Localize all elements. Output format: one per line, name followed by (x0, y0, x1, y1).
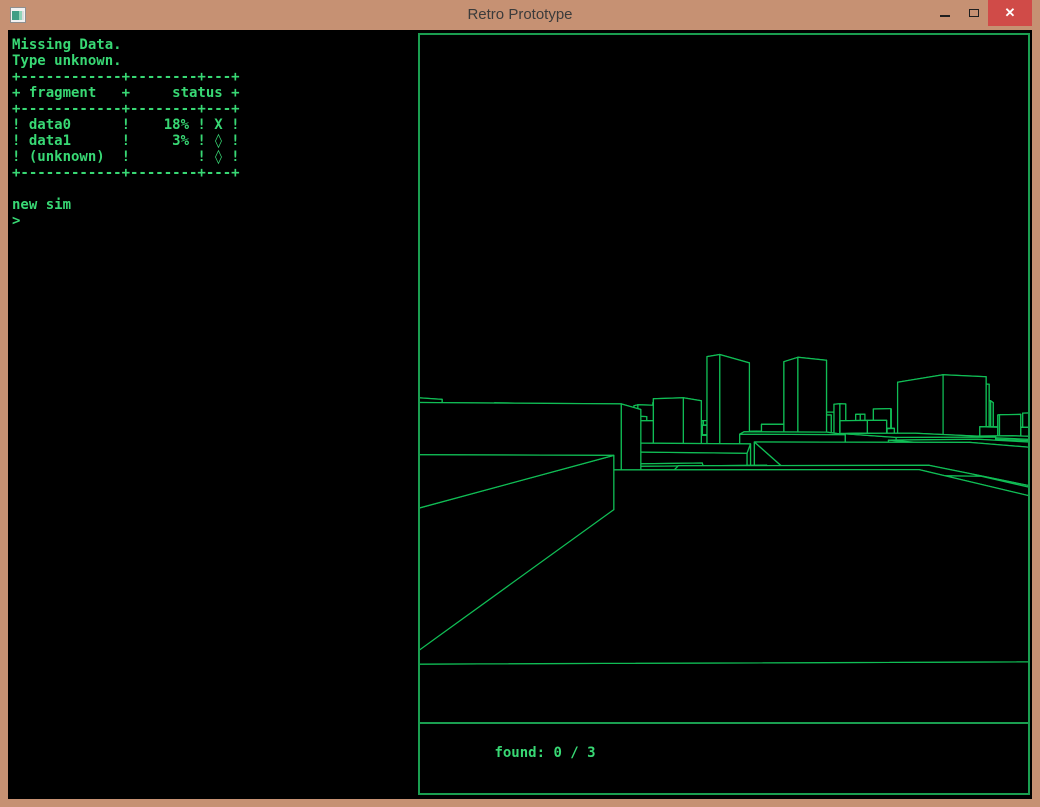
minimize-icon (940, 15, 950, 17)
maximize-icon (969, 9, 979, 17)
maximize-button[interactable] (959, 0, 988, 26)
scene-area[interactable] (420, 35, 1028, 722)
close-button[interactable]: ✕ (988, 0, 1032, 26)
fragment-table-row-data0: ! data0 ! 18% ! X ! (12, 117, 240, 133)
terminal-line-type-unknown: Type unknown. (12, 53, 240, 69)
close-icon: ✕ (1005, 5, 1016, 21)
new-sim-label: new sim (12, 197, 240, 213)
found-counter: found: 0 / 3 (494, 745, 595, 761)
wireframe-scene[interactable] (420, 35, 1028, 722)
fragment-table-row-data1: ! data1 ! 3% ! ◊ ! (12, 133, 240, 149)
fragment-table-header: + fragment + status + (12, 85, 240, 101)
viewport-panel: found: 0 / 3 (418, 33, 1030, 795)
fragment-table-row-unknown: ! (unknown) ! ! ◊ ! (12, 149, 240, 165)
fragment-table-border-mid: +------------+--------+---+ (12, 101, 240, 117)
app-window: Retro Prototype ✕ Missing Data. Type unk… (0, 0, 1040, 807)
fragment-table-border-bottom: +------------+--------+---+ (12, 165, 240, 181)
status-bar: found: 0 / 3 (420, 722, 1028, 793)
window-title: Retro Prototype (0, 0, 1040, 30)
terminal-output: Missing Data. Type unknown. +-----------… (12, 37, 240, 229)
app-content: Missing Data. Type unknown. +-----------… (8, 30, 1032, 799)
command-prompt[interactable]: > (12, 213, 240, 229)
minimize-button[interactable] (930, 0, 959, 26)
titlebar: Retro Prototype ✕ (0, 0, 1040, 30)
terminal-line-missing-data: Missing Data. (12, 37, 240, 53)
terminal-blank-line (12, 181, 240, 197)
fragment-table-border-top: +------------+--------+---+ (12, 69, 240, 85)
